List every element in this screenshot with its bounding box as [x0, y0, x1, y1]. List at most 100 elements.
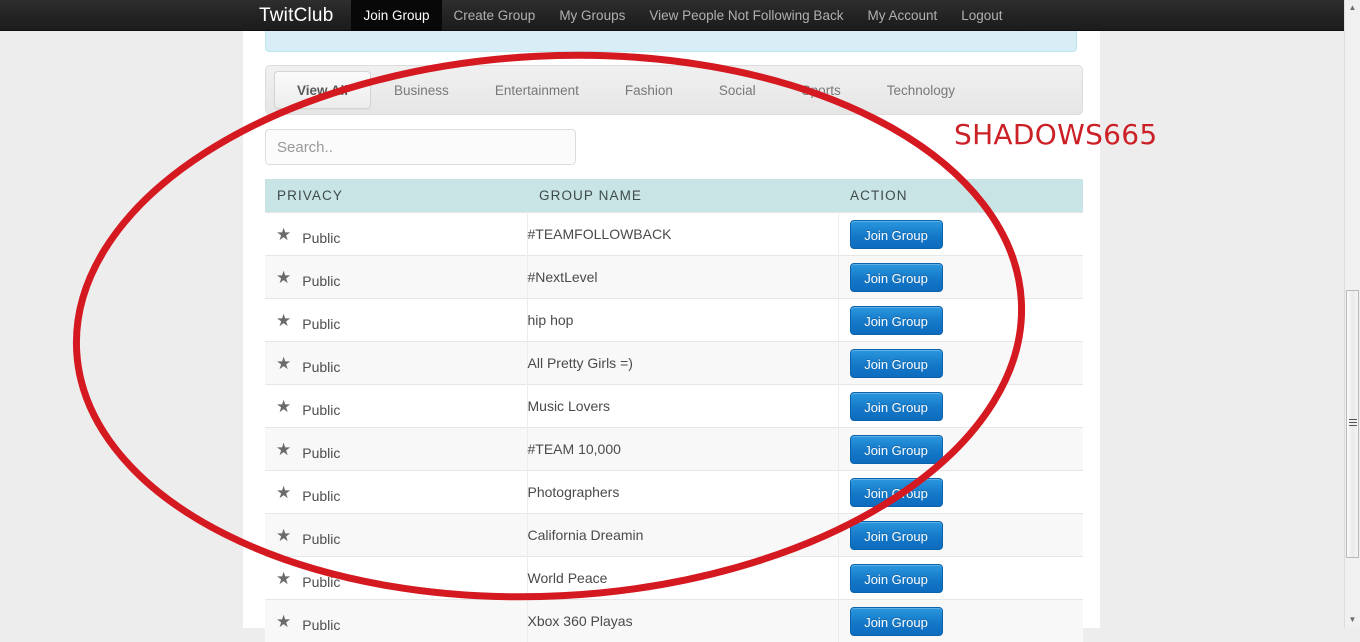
cell-privacy: ★ Public	[265, 256, 527, 299]
cell-action: Join Group	[838, 514, 1083, 557]
table-row: ★ Public California Dreamin Join Group	[265, 514, 1083, 557]
privacy-cell: ★ Public	[265, 471, 527, 513]
privacy-cell: ★Public	[265, 600, 527, 642]
tab-business[interactable]: Business	[371, 71, 472, 109]
join-group-button[interactable]: Join Group	[850, 392, 943, 421]
privacy-label: Public	[302, 402, 340, 418]
cell-group-name: #TEAM 10,000	[527, 428, 838, 471]
cell-privacy: ★ Public	[265, 385, 527, 428]
column-header-action: ACTION	[838, 179, 1083, 213]
search-input[interactable]	[265, 129, 576, 165]
privacy-label: Public	[302, 531, 340, 547]
join-group-button[interactable]: Join Group	[850, 349, 943, 378]
cell-privacy: ★ Public	[265, 213, 527, 256]
nav-link-join-group[interactable]: Join Group	[351, 0, 441, 31]
table-head: PRIVACY GROUP NAME ACTION	[265, 179, 1083, 213]
privacy-cell: ★ Public	[265, 213, 527, 255]
cell-action: Join Group	[838, 557, 1083, 600]
table-row: ★ Public Photographers Join Group	[265, 471, 1083, 514]
scrollbar-grip-icon	[1349, 419, 1357, 428]
nav-link-create-group[interactable]: Create Group	[442, 0, 548, 31]
privacy-label: Public	[302, 230, 340, 246]
column-header-privacy: PRIVACY	[265, 179, 527, 213]
join-group-button[interactable]: Join Group	[850, 306, 943, 335]
cell-group-name: hip hop	[527, 299, 838, 342]
nav-link-my-account[interactable]: My Account	[855, 0, 949, 31]
cell-action: Join Group	[838, 256, 1083, 299]
cell-group-name: #TEAMFOLLOWBACK	[527, 213, 838, 256]
star-icon: ★	[276, 226, 291, 243]
cell-group-name: Photographers	[527, 471, 838, 514]
join-group-button[interactable]: Join Group	[850, 435, 943, 464]
page-container: View All Business Entertainment Fashion …	[243, 31, 1100, 628]
navbar-inner: TwitClub Join Group Create Group My Grou…	[243, 0, 1015, 31]
privacy-cell: ★ Public	[265, 385, 527, 427]
join-group-button[interactable]: Join Group	[850, 263, 943, 292]
cell-action: Join Group	[838, 385, 1083, 428]
join-group-button[interactable]: Join Group	[850, 607, 943, 636]
cell-action: Join Group	[838, 471, 1083, 514]
privacy-label: Public	[302, 445, 340, 461]
column-header-group-name: GROUP NAME	[527, 179, 838, 213]
cell-group-name: All Pretty Girls =)	[527, 342, 838, 385]
top-navbar: TwitClub Join Group Create Group My Grou…	[0, 0, 1360, 31]
cell-privacy: ★ Public	[265, 514, 527, 557]
scroll-up-arrow-icon[interactable]: ▲	[1345, 0, 1360, 16]
tab-technology[interactable]: Technology	[864, 71, 978, 109]
tab-sports[interactable]: Sports	[779, 71, 864, 109]
star-icon: ★	[276, 484, 291, 501]
table-body: ★Public#TEAMFOLLOWBACKJoin Group★Public#…	[265, 213, 1083, 642]
cell-group-name: California Dreamin	[527, 514, 838, 557]
privacy-cell: ★ Public	[265, 299, 527, 341]
privacy-cell: ★ Public	[265, 256, 527, 298]
privacy-label: Public	[302, 316, 340, 332]
groups-table: PRIVACY GROUP NAME ACTION ★ Public #TEAMFO…	[265, 179, 1083, 642]
category-tabs: View All Business Entertainment Fashion …	[266, 66, 978, 114]
nav-link-my-groups[interactable]: My Groups	[547, 0, 637, 31]
tab-social[interactable]: Social	[696, 71, 779, 109]
star-icon: ★	[276, 613, 291, 630]
star-icon: ★	[276, 527, 291, 544]
table-row: ★ Public hip hop Join Group	[265, 299, 1083, 342]
star-icon: ★	[276, 398, 291, 415]
cell-action: Join Group	[838, 600, 1083, 642]
nav-link-view-people-not-following-back[interactable]: View People Not Following Back	[637, 0, 855, 31]
table-row: ★ Public #NextLevel Join Group	[265, 256, 1083, 299]
table-header-row: PRIVACY GROUP NAME ACTION	[265, 179, 1083, 213]
table-row: ★ Public Music Lovers Join Group	[265, 385, 1083, 428]
join-group-button[interactable]: Join Group	[850, 478, 943, 507]
cell-privacy: ★Public	[265, 428, 527, 471]
table-row: ★ Public #TEAMFOLLOWBACK Join Group	[265, 213, 1083, 256]
cell-action: Join Group	[838, 213, 1083, 256]
privacy-cell: ★Public	[265, 557, 527, 599]
star-icon: ★	[276, 570, 291, 587]
cell-action: Join Group	[838, 428, 1083, 471]
tab-entertainment[interactable]: Entertainment	[472, 71, 602, 109]
brand-logo[interactable]: TwitClub	[243, 0, 351, 31]
star-icon: ★	[276, 312, 291, 329]
scrollbar-thumb[interactable]	[1346, 290, 1359, 558]
privacy-cell: ★Public	[265, 342, 527, 384]
join-group-button[interactable]: Join Group	[850, 521, 943, 550]
cell-group-name: #NextLevel	[527, 256, 838, 299]
nav-link-logout[interactable]: Logout	[949, 0, 1014, 31]
cell-group-name: Music Lovers	[527, 385, 838, 428]
cell-privacy: ★Public	[265, 557, 527, 600]
join-group-button[interactable]: Join Group	[850, 220, 943, 249]
scroll-down-arrow-icon[interactable]: ▼	[1345, 612, 1360, 628]
tab-view-all[interactable]: View All	[274, 71, 371, 109]
cell-privacy: ★Public	[265, 342, 527, 385]
table-row: ★Public#TEAM 10,000 Join Group	[265, 428, 1083, 471]
cell-action: Join Group	[838, 342, 1083, 385]
privacy-cell: ★ Public	[265, 514, 527, 556]
join-group-button[interactable]: Join Group	[850, 564, 943, 593]
tab-fashion[interactable]: Fashion	[602, 71, 696, 109]
vertical-scrollbar[interactable]: ▲ ▼	[1344, 0, 1360, 628]
privacy-label: Public	[302, 488, 340, 504]
star-icon: ★	[276, 269, 291, 286]
cell-privacy: ★ Public	[265, 471, 527, 514]
table-row: ★PublicAll Pretty Girls =) Join Group	[265, 342, 1083, 385]
privacy-label: Public	[302, 273, 340, 289]
table-row: ★PublicWorld PeaceJoin Group	[265, 557, 1083, 600]
table-row: ★PublicXbox 360 PlayasJoin Group	[265, 600, 1083, 642]
